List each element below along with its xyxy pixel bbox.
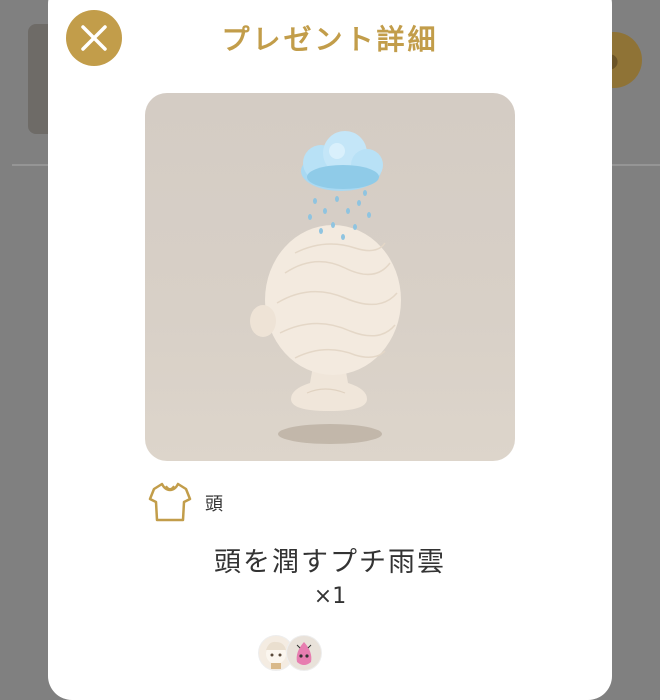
background-divider bbox=[606, 164, 660, 166]
item-quantity: ×1 bbox=[313, 584, 347, 609]
modal-title: プレゼント詳細 bbox=[221, 23, 439, 56]
recipient-avatar bbox=[286, 635, 322, 671]
item-name: 頭を潤すプチ雨雲 bbox=[214, 547, 446, 578]
shirt-icon bbox=[148, 482, 192, 522]
category-label: 頭 bbox=[205, 494, 223, 515]
avatar-group bbox=[258, 635, 322, 671]
item-preview-image bbox=[145, 93, 515, 461]
